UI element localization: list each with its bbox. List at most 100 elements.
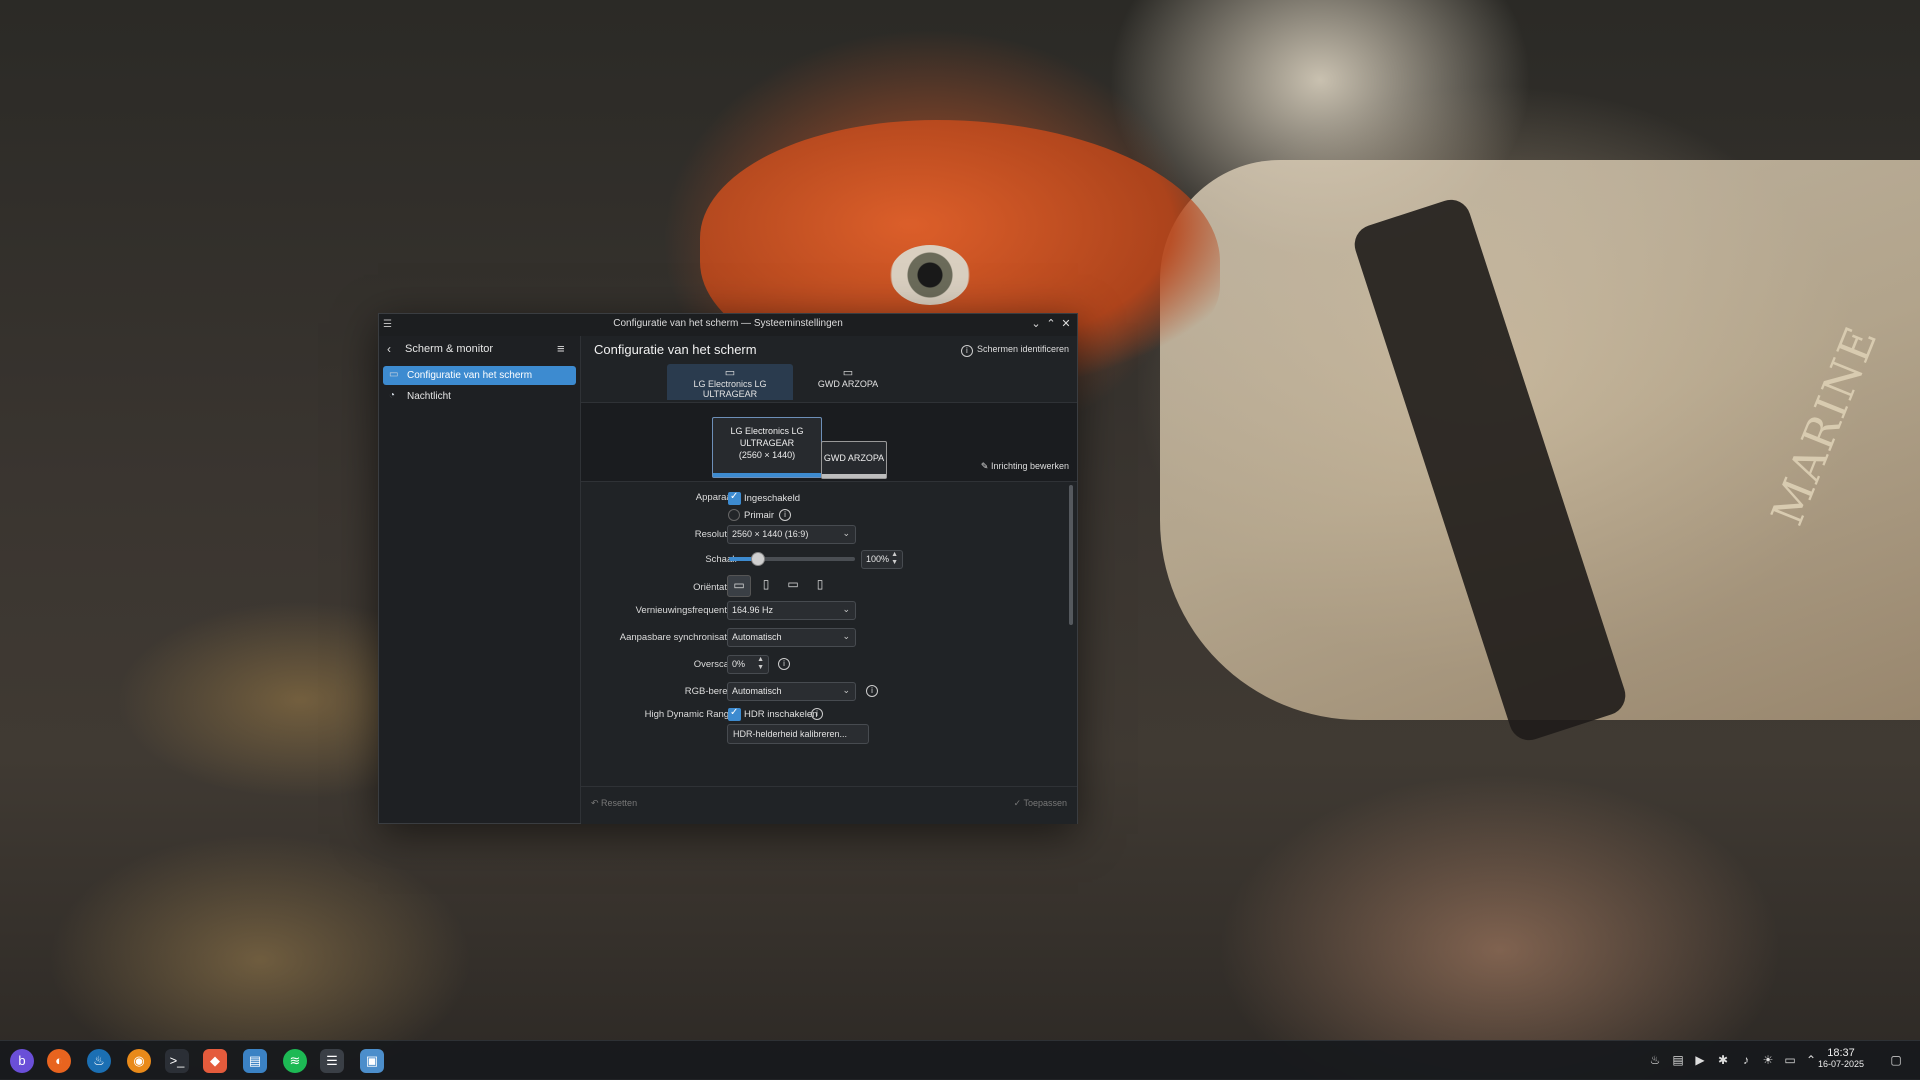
files-icon[interactable]: ▤ — [243, 1049, 267, 1073]
sidebar-back-label[interactable]: Scherm & monitor — [405, 343, 493, 355]
sidebar: ‹ Scherm & monitor ≡ ▭ Configuratie van … — [379, 336, 581, 823]
adaptive-sync-value: Automatisch — [732, 632, 782, 642]
steam-icon[interactable]: ♨ — [87, 1049, 111, 1073]
reset-button[interactable]: ↶ Resetten — [591, 798, 637, 809]
ubuntu-icon[interactable]: ◉ — [127, 1049, 151, 1073]
minimize-button[interactable]: ⌄ — [1029, 317, 1043, 331]
info-icon[interactable]: i — [779, 509, 791, 521]
spin-arrows-icon[interactable]: ▲ ▼ — [757, 656, 764, 672]
sidebar-item-display-config[interactable]: ▭ Configuratie van het scherm — [383, 366, 576, 385]
sidebar-header: ‹ Scherm & monitor ≡ — [379, 336, 580, 362]
steam-tray-icon[interactable]: ♨ — [1647, 1053, 1663, 1067]
volume-icon[interactable]: ♪ — [1738, 1053, 1754, 1067]
wallpaper-eye — [890, 245, 970, 305]
hdr-checkbox[interactable] — [728, 707, 741, 721]
tab-label: LG Electronics LG ULTRAGEAR — [693, 379, 767, 399]
spotify-icon[interactable]: ≋ — [283, 1049, 307, 1073]
clipboard-icon[interactable]: ▤ — [1670, 1053, 1686, 1067]
screen1-label-line1: LG Electronics LG — [730, 426, 804, 436]
hdr-calibrate-button[interactable]: HDR-helderheid kalibreren... — [727, 724, 869, 744]
settings-icon[interactable]: ☰ — [320, 1049, 344, 1073]
footer: ↶ Resetten ✓ Toepassen — [581, 786, 1077, 824]
rgb-range-select[interactable]: Automatisch ⌄ — [727, 682, 856, 701]
brightness-icon[interactable]: ☀ — [1760, 1053, 1776, 1067]
info-icon[interactable]: i — [866, 685, 878, 697]
maximize-button[interactable]: ⌃ — [1044, 317, 1058, 331]
refresh-rate-row: Vernieuwingsfrequentie: 164.96 Hz ⌄ — [581, 599, 1061, 620]
chevron-down-icon: ⌄ — [842, 631, 850, 641]
orientation-row: Oriëntatie: ▭ ▯ ▭ ▯ — [581, 574, 1061, 597]
screen-gwd-arzopa[interactable]: GWD ARZOPA — [821, 441, 887, 479]
network-icon[interactable]: ▭ — [1782, 1053, 1798, 1067]
tab-label: GWD ARZOPA — [817, 379, 879, 389]
chevron-down-icon: ⌄ — [842, 685, 850, 695]
display-settings-icon[interactable]: ▣ — [360, 1049, 384, 1073]
display-settings-form: Apparaat: Ingeschakeld Primair i Resolut… — [581, 482, 1077, 786]
refresh-rate-value: 164.96 Hz — [732, 605, 774, 615]
pencil-icon: ✎ — [980, 461, 991, 471]
kde-launcher-icon[interactable]: b — [10, 1049, 34, 1073]
firefox-icon[interactable]: ◐ — [47, 1049, 71, 1073]
info-icon[interactable]: i — [778, 658, 790, 670]
hdr-toggle-label: HDR inschakelen — [744, 709, 818, 720]
portrait-icon: ▯ — [762, 577, 770, 591]
overscan-row: Overscan: 0% ▲ ▼ i — [581, 653, 1061, 674]
screen-lg-ultragear[interactable]: LG Electronics LG ULTRAGEAR (2560 × 1440… — [712, 417, 822, 478]
back-arrow-icon[interactable]: ‹ — [387, 342, 391, 356]
show-desktop-icon[interactable]: ▢ — [1888, 1053, 1904, 1067]
chevron-up-icon[interactable]: ⌃ — [1803, 1053, 1819, 1067]
scale-row: Schaal: 100% ▲ ▼ — [581, 548, 1061, 569]
apply-button[interactable]: ✓ Toepassen — [1014, 798, 1067, 809]
bluetooth-icon[interactable]: ✱ — [1715, 1053, 1731, 1067]
clock[interactable]: 18:37 16-07-2025 — [1818, 1047, 1864, 1069]
enabled-label: Ingeschakeld — [744, 493, 800, 504]
terminal-icon[interactable]: >_ — [165, 1049, 189, 1073]
adaptive-sync-label: Aanpasbare synchronisatie: — [619, 632, 737, 643]
night-light-icon: ◔ — [389, 390, 396, 401]
primary-radio[interactable] — [728, 509, 740, 521]
scale-slider[interactable] — [729, 552, 855, 566]
edit-layout-button[interactable]: ✎ Inrichting bewerken — [981, 461, 1069, 472]
apply-label: Toepassen — [1023, 798, 1067, 808]
scrollbar[interactable] — [1069, 485, 1073, 625]
main-panel: Configuratie van het scherm i Schermen id… — [581, 336, 1077, 824]
hamburger-menu-icon[interactable]: ≡ — [557, 341, 565, 356]
sidebar-item-night-light[interactable]: ◔ Nachtlicht — [383, 387, 576, 406]
media-player-icon[interactable]: ▶ — [1692, 1053, 1708, 1067]
resolution-select[interactable]: 2560 × 1440 (16:9) ⌄ — [727, 525, 856, 544]
orientation-portrait-button[interactable]: ▯ — [755, 575, 777, 595]
chevron-down-icon: ⌄ — [842, 528, 850, 538]
orientation-landscape-flipped-button[interactable]: ▭ — [782, 575, 804, 595]
scale-value: 100% — [866, 554, 890, 564]
chevron-down-icon: ⌄ — [842, 604, 850, 614]
resolution-row: Resolutie: 2560 × 1440 (16:9) ⌄ — [581, 522, 1061, 544]
refresh-rate-label: Vernieuwingsfrequentie: — [635, 605, 737, 616]
rgb-range-value: Automatisch — [732, 686, 782, 696]
primary-row: Primair i — [581, 504, 1061, 524]
tab-gwd-arzopa[interactable]: ▭ GWD ARZOPA — [803, 364, 893, 400]
rgb-range-row: RGB-bereik: Automatisch ⌄ i — [581, 680, 1061, 701]
resolution-value: 2560 × 1440 (16:9) — [732, 529, 809, 539]
primary-label: Primair — [744, 510, 775, 521]
git-icon[interactable]: ◆ — [203, 1049, 227, 1073]
monitor-icon: ▭ — [842, 367, 854, 379]
hdr-row: High Dynamic Range: HDR inschakelen i — [581, 704, 1061, 724]
orientation-portrait-flipped-button[interactable]: ▯ — [809, 575, 831, 595]
scale-spinbox[interactable]: 100% ▲ ▼ — [861, 550, 903, 569]
portrait-flipped-icon: ▯ — [816, 577, 824, 591]
spin-arrows-icon[interactable]: ▲ ▼ — [891, 551, 898, 567]
adaptive-sync-select[interactable]: Automatisch ⌄ — [727, 628, 856, 647]
orientation-landscape-button[interactable]: ▭ — [727, 575, 751, 597]
refresh-rate-select[interactable]: 164.96 Hz ⌄ — [727, 601, 856, 620]
close-button[interactable]: ✕ — [1059, 317, 1073, 331]
scale-slider-handle[interactable] — [750, 552, 765, 566]
hdr-label: High Dynamic Range: — [644, 709, 737, 720]
info-icon[interactable]: i — [811, 708, 823, 720]
landscape-icon: ▭ — [733, 578, 745, 592]
window-titlebar[interactable]: ☰ Configuratie van het scherm — Systeemi… — [379, 314, 1077, 336]
identify-screens-button[interactable]: i Schermen identificeren — [960, 344, 1069, 357]
tab-lg-ultragear[interactable]: ▭ LG Electronics LG ULTRAGEAR — [667, 364, 793, 400]
overscan-spinbox[interactable]: 0% ▲ ▼ — [727, 655, 769, 674]
overscan-value: 0% — [732, 659, 746, 669]
page-title: Configuratie van het scherm — [594, 342, 757, 357]
